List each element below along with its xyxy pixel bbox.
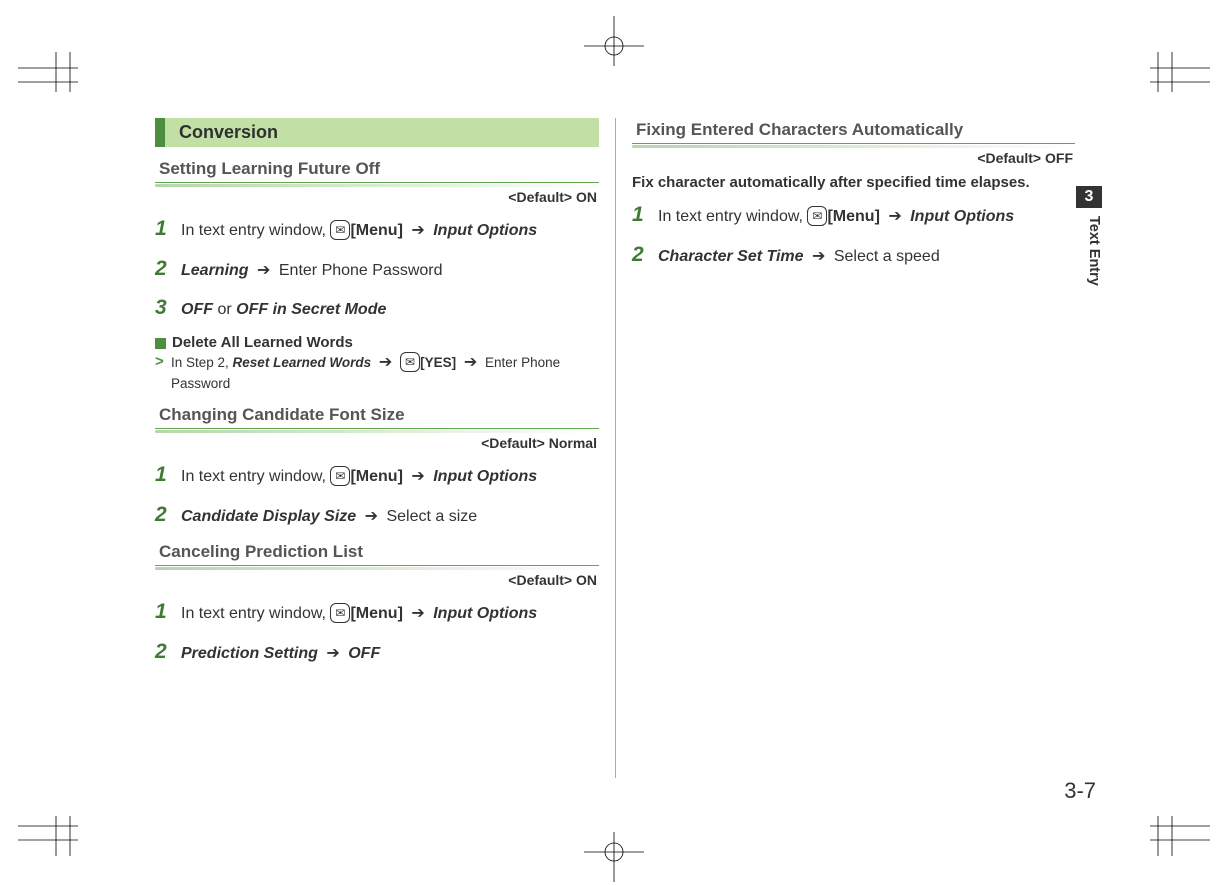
arrow-icon: ➔ (411, 605, 424, 622)
step-text: In text entry window, ✉[Menu] ➔ Input Op… (658, 205, 1075, 229)
default-value: <Default> ON (155, 189, 597, 205)
step-row: 1 In text entry window, ✉[Menu] ➔ Input … (155, 213, 599, 245)
step-row: 2 Prediction Setting ➔ OFF (155, 636, 599, 668)
note-title: Delete All Learned Words (172, 334, 353, 351)
step-row: 1 In text entry window, ✉[Menu] ➔ Input … (155, 596, 599, 628)
step-number: 2 (155, 253, 181, 285)
subsection-canceling-prediction: Canceling Prediction List (155, 540, 599, 566)
default-value: <Default> ON (155, 572, 597, 588)
page-number: 3-7 (1064, 778, 1096, 804)
subsection-learning-off: Setting Learning Future Off (155, 157, 599, 183)
crop-mark-top-left (18, 52, 88, 92)
mail-key-icon: ✉ (400, 352, 420, 372)
registration-mark-bottom (584, 832, 644, 882)
chapter-label: Text Entry (1076, 216, 1102, 286)
arrow-icon: ➔ (812, 248, 825, 265)
mail-key-icon: ✉ (330, 603, 350, 623)
step-row: 1 In text entry window, ✉[Menu] ➔ Input … (632, 199, 1075, 231)
note-line: > In Step 2, Reset Learned Words ➔ ✉[YES… (155, 351, 599, 394)
step-text: Learning ➔ Enter Phone Password (181, 259, 599, 283)
step-row: 2 Character Set Time ➔ Select a speed (632, 239, 1075, 271)
page-content: Conversion Setting Learning Future Off <… (155, 118, 1095, 778)
arrow-icon: ➔ (464, 354, 477, 371)
step-number: 1 (155, 459, 181, 491)
arrow-icon: ➔ (379, 354, 392, 371)
intro-text: Fix character automatically after specif… (632, 174, 1075, 191)
step-text: In text entry window, ✉[Menu] ➔ Input Op… (181, 219, 599, 243)
default-value: <Default> OFF (632, 150, 1073, 166)
left-column: Conversion Setting Learning Future Off <… (155, 118, 615, 778)
square-bullet-icon (155, 338, 166, 349)
step-text: Character Set Time ➔ Select a speed (658, 245, 1075, 269)
crop-mark-bottom-left (18, 816, 88, 856)
step-text: Prediction Setting ➔ OFF (181, 642, 599, 666)
step-number: 2 (155, 636, 181, 668)
step-number: 2 (632, 239, 658, 271)
section-title: Conversion (165, 118, 599, 147)
step-text: In text entry window, ✉[Menu] ➔ Input Op… (181, 465, 599, 489)
step-row: 2 Learning ➔ Enter Phone Password (155, 253, 599, 285)
mail-key-icon: ✉ (807, 206, 827, 226)
step-text: In text entry window, ✉[Menu] ➔ Input Op… (181, 602, 599, 626)
default-value: <Default> Normal (155, 435, 597, 451)
note-heading: Delete All Learned Words (155, 334, 599, 351)
step-number: 1 (155, 213, 181, 245)
registration-mark-top (584, 16, 644, 66)
mail-key-icon: ✉ (330, 466, 350, 486)
chapter-number: 3 (1076, 186, 1102, 208)
step-row: 3 OFF or OFF in Secret Mode (155, 292, 599, 324)
step-number: 1 (155, 596, 181, 628)
crop-mark-bottom-right (1140, 816, 1210, 856)
subsection-fixing-characters: Fixing Entered Characters Automatically (632, 118, 1075, 144)
arrow-icon: ➔ (411, 468, 424, 485)
arrow-icon: ➔ (411, 222, 424, 239)
step-row: 2 Candidate Display Size ➔ Select a size (155, 499, 599, 531)
chevron-icon: > (155, 351, 167, 394)
arrow-icon: ➔ (326, 645, 339, 662)
step-row: 1 In text entry window, ✉[Menu] ➔ Input … (155, 459, 599, 491)
arrow-icon: ➔ (888, 208, 901, 225)
right-column: Fixing Entered Characters Automatically … (615, 118, 1075, 778)
arrow-icon: ➔ (365, 508, 378, 525)
step-text: Candidate Display Size ➔ Select a size (181, 505, 599, 529)
subsection-candidate-font-size: Changing Candidate Font Size (155, 403, 599, 429)
arrow-icon: ➔ (257, 262, 270, 279)
crop-mark-top-right (1140, 52, 1210, 92)
step-text: OFF or OFF in Secret Mode (181, 298, 599, 322)
section-heading-conversion: Conversion (155, 118, 599, 147)
step-number: 1 (632, 199, 658, 231)
note-body: In Step 2, Reset Learned Words ➔ ✉[YES] … (171, 351, 599, 394)
step-number: 2 (155, 499, 181, 531)
mail-key-icon: ✉ (330, 220, 350, 240)
step-number: 3 (155, 292, 181, 324)
chapter-tab: 3 Text Entry (1076, 186, 1102, 286)
